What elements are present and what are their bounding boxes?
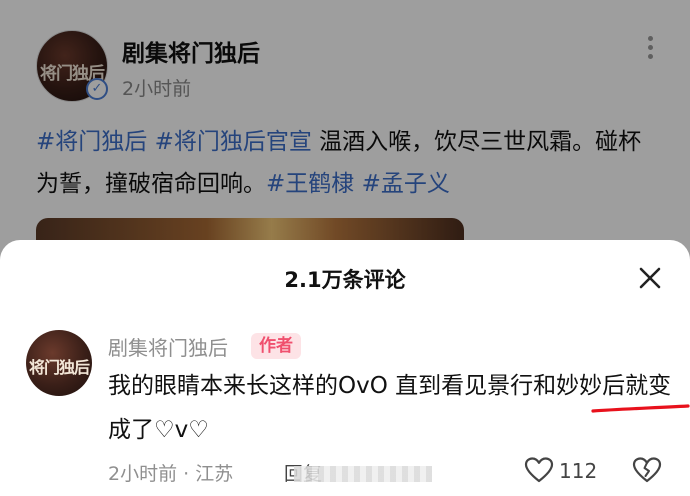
broken-heart-icon[interactable] xyxy=(632,456,662,484)
comment-author-name[interactable]: 剧集将门独后 xyxy=(108,332,228,361)
red-underline-annotation xyxy=(591,404,690,413)
avatar-logo-text: 将门独后 xyxy=(28,358,90,377)
comment-sheet: 2.1万条评论 将门独后 剧集将门独后 作者 我的眼睛本来长这样的OvO 直到看… xyxy=(0,240,690,496)
like-count: 112 xyxy=(559,459,598,483)
blurred-region xyxy=(294,466,432,482)
comment-count-title: 2.1万条评论 xyxy=(284,268,406,292)
like-heart-icon[interactable] xyxy=(524,456,554,484)
comment-meta: 2小时前 · 江苏 xyxy=(108,463,234,485)
close-icon[interactable] xyxy=(634,262,666,294)
author-badge: 作者 xyxy=(251,333,301,359)
comment-avatar[interactable]: 将门独后 xyxy=(26,330,92,396)
